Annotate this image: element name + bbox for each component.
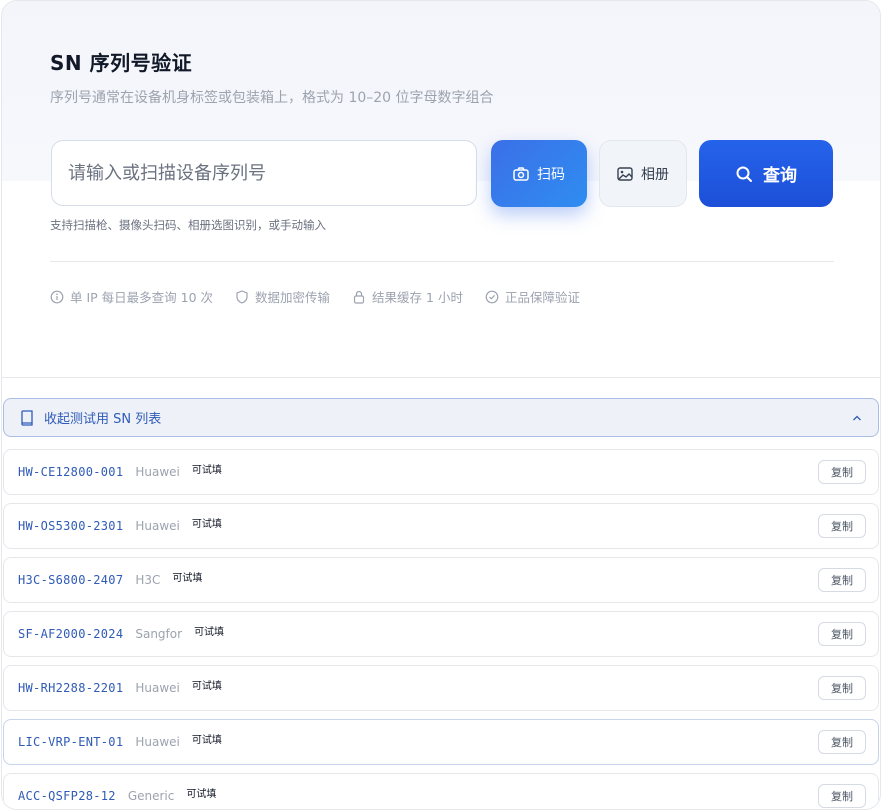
list-item[interactable]: H3C-S6800-2407 H3C 可试填 复制 <box>3 557 879 603</box>
sn-code[interactable]: LIC-VRP-ENT-01 <box>18 735 123 749</box>
vendor-label: Generic <box>127 789 175 803</box>
sn-code[interactable]: SF-AF2000-2024 <box>18 627 123 641</box>
copy-button[interactable]: 复制 <box>818 784 866 808</box>
vendor-label: Huawei <box>135 519 180 533</box>
copy-button[interactable]: 复制 <box>818 730 866 754</box>
sn-verify-card: SN 序列号验证 序列号通常在设备机身标签或包装箱上，格式为 10–20 位字母… <box>1 0 881 810</box>
sn-code[interactable]: HW-CE12800-001 <box>18 465 123 479</box>
feature-rate-limit: 单 IP 每日最多查询 10 次 <box>50 287 213 306</box>
copy-button[interactable]: 复制 <box>818 622 866 646</box>
vendor-label: Sangfor <box>135 627 183 641</box>
copy-button[interactable]: 复制 <box>818 676 866 700</box>
vendor-label: Huawei <box>135 465 180 479</box>
copy-button[interactable]: 复制 <box>818 568 866 592</box>
list-item[interactable]: HW-OS5300-2301 Huawei 可试填 复制 <box>3 503 879 549</box>
copy-button[interactable]: 复制 <box>818 514 866 538</box>
vendor-label: H3C <box>135 573 161 587</box>
tag-label: 可试填 <box>191 464 222 476</box>
feature-label: 单 IP 每日最多查询 10 次 <box>70 290 214 305</box>
chevron-up-icon <box>852 414 862 422</box>
feature-cache: 结果缓存 1 小时 <box>352 287 463 306</box>
tag-label: 可试填 <box>194 626 225 638</box>
query-button-label: 查询 <box>763 166 797 186</box>
section-divider <box>2 377 880 378</box>
feature-label: 正品保障验证 <box>504 290 580 305</box>
tag-label: 可试填 <box>191 680 222 692</box>
lock-icon <box>352 290 366 304</box>
tag-label: 可试填 <box>191 734 222 746</box>
tag-label: 可试填 <box>172 572 203 584</box>
query-button[interactable]: 查询 <box>699 140 833 207</box>
list-item[interactable]: HW-RH2288-2201 Huawei 可试填 复制 <box>3 665 879 711</box>
tag-label: 可试填 <box>186 788 217 800</box>
copy-button[interactable]: 复制 <box>818 460 866 484</box>
input-hint: 支持扫描枪、摄像头扫码、相册选图识别，或手动输入 <box>50 218 326 232</box>
sn-code[interactable]: ACC-QSFP28-12 <box>18 789 116 803</box>
check-circle-icon <box>485 290 499 304</box>
sn-code[interactable]: H3C-S6800-2407 <box>18 573 123 587</box>
scan-button[interactable]: 扫码 <box>491 140 587 207</box>
album-button-label: 相册 <box>641 166 669 183</box>
shield-icon <box>235 289 249 304</box>
tag-label: 可试填 <box>191 518 222 530</box>
scan-button-label: 扫码 <box>537 166 565 183</box>
album-button[interactable]: 相册 <box>599 140 687 207</box>
list-item[interactable]: HW-CE12800-001 Huawei 可试填 复制 <box>3 449 879 495</box>
book-icon <box>20 409 34 426</box>
divider <box>50 261 834 262</box>
list-item[interactable]: LIC-VRP-ENT-01 Huawei 可试填 复制 <box>3 719 879 765</box>
feature-encryption: 数据加密传输 <box>235 287 330 306</box>
feature-authentic: 正品保障验证 <box>485 287 580 306</box>
page-subtitle: 序列号通常在设备机身标签或包装箱上，格式为 10–20 位字母数字组合 <box>50 90 494 106</box>
sn-code[interactable]: HW-RH2288-2201 <box>18 681 123 695</box>
list-item[interactable]: SF-AF2000-2024 Sangfor 可试填 复制 <box>3 611 879 657</box>
test-list-toggle[interactable]: 收起测试用 SN 列表 <box>3 398 879 437</box>
search-icon <box>735 165 753 183</box>
page-title: SN 序列号验证 <box>50 51 193 75</box>
sn-input[interactable] <box>51 140 477 206</box>
vendor-label: Huawei <box>135 735 180 749</box>
image-icon <box>617 166 633 181</box>
vendor-label: Huawei <box>135 681 180 695</box>
info-icon <box>50 290 64 304</box>
feature-label: 结果缓存 1 小时 <box>372 290 463 305</box>
sn-code[interactable]: HW-OS5300-2301 <box>18 519 123 533</box>
test-list-toggle-label: 收起测试用 SN 列表 <box>44 412 162 427</box>
feature-label: 数据加密传输 <box>255 290 331 305</box>
list-item[interactable]: ACC-QSFP28-12 Generic 可试填 复制 <box>3 773 879 809</box>
camera-icon <box>513 166 529 181</box>
feature-list: 单 IP 每日最多查询 10 次 数据加密传输 结果缓存 1 小时 正品保障验证 <box>50 287 580 306</box>
